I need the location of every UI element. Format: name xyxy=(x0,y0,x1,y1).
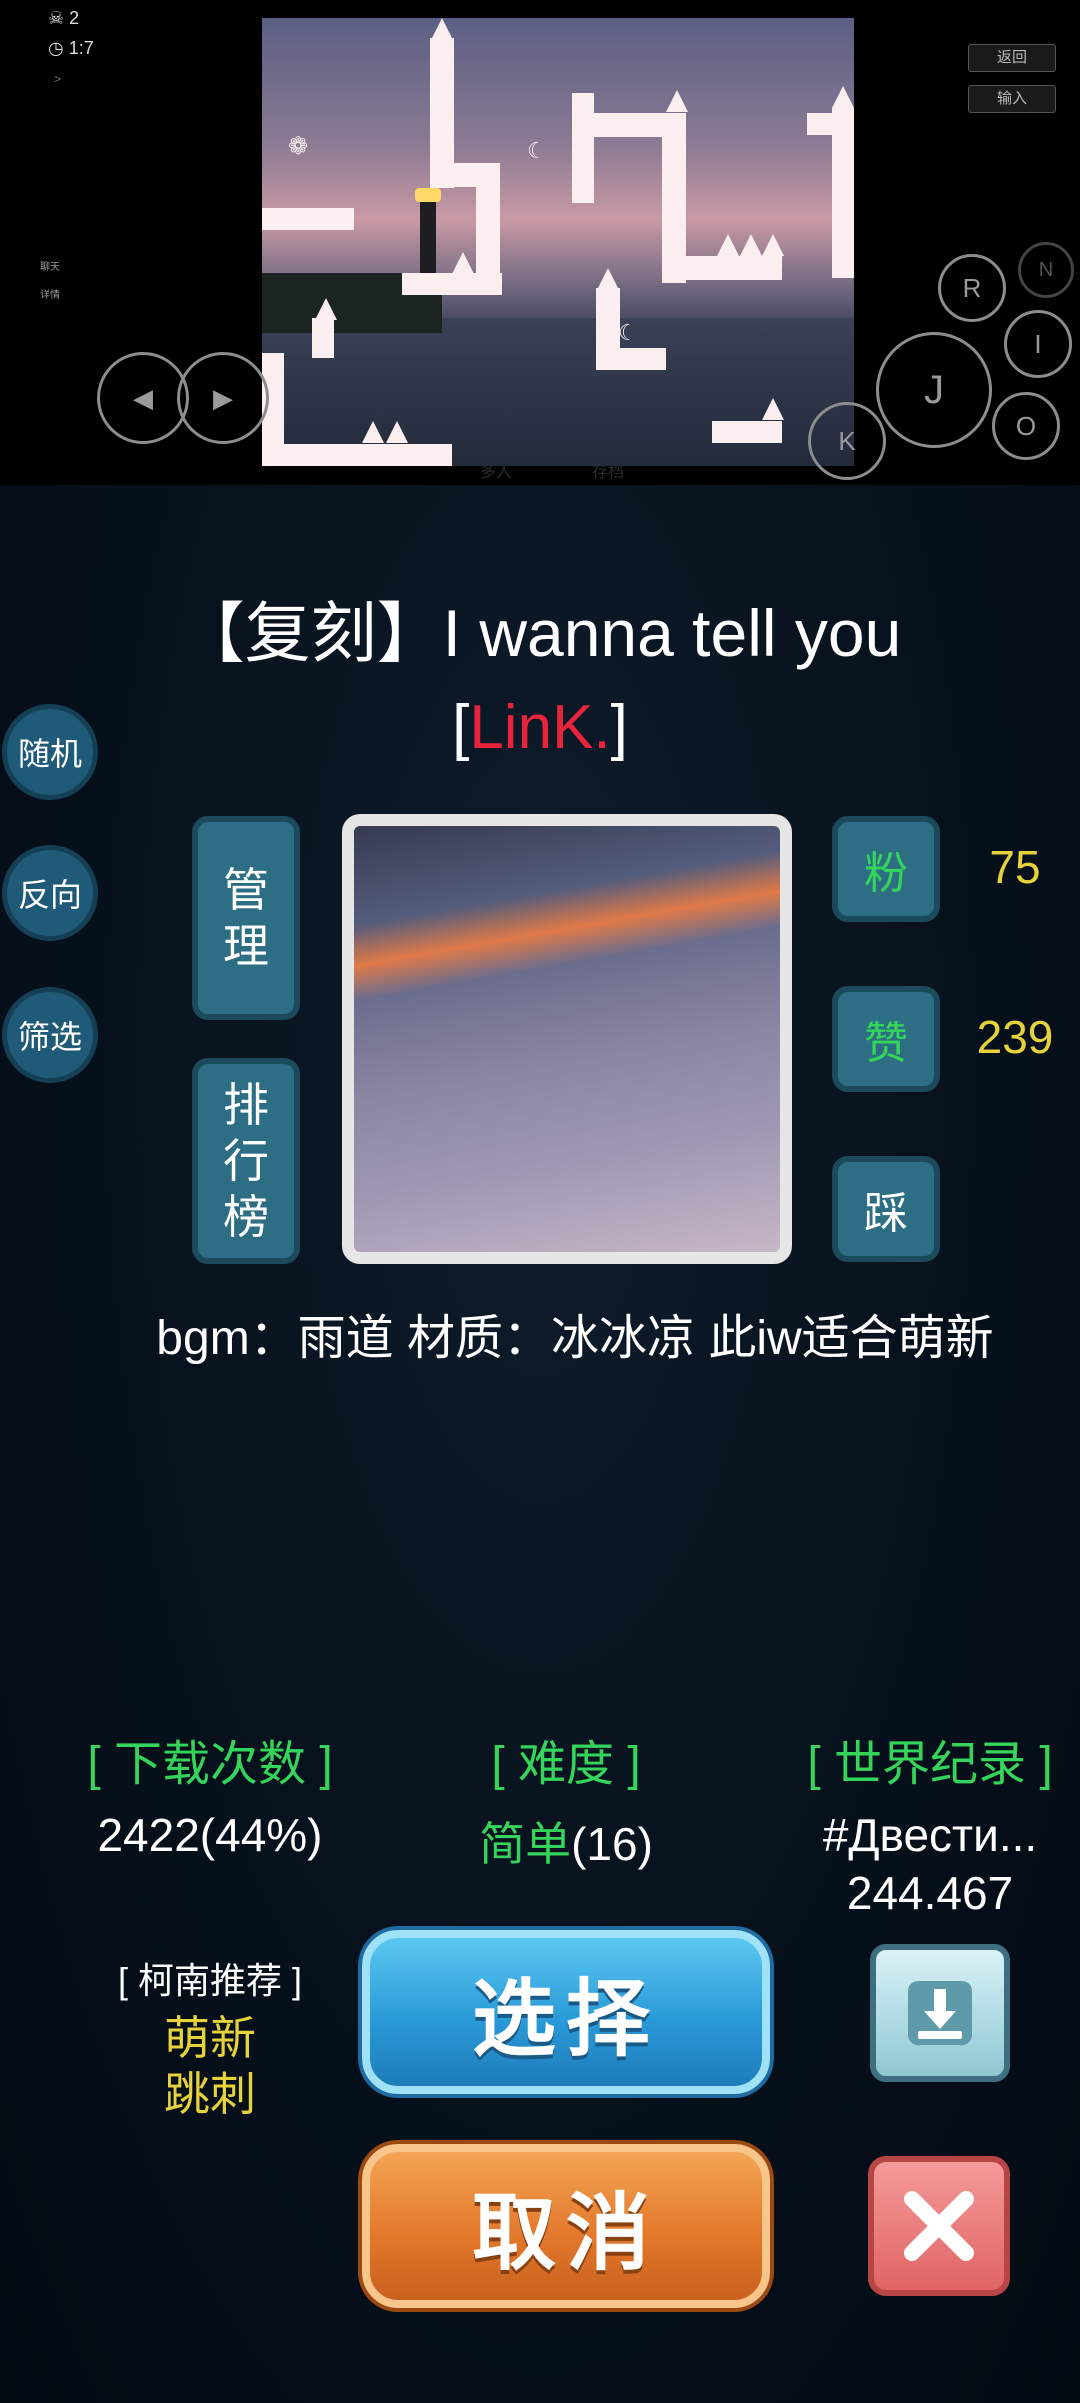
downloads-header: [ 下载次数 ] xyxy=(87,1738,333,1791)
n-button[interactable]: N xyxy=(1018,242,1074,298)
dislike-button[interactable]: 踩 xyxy=(832,1156,940,1262)
random-button[interactable]: 随机 xyxy=(2,704,98,800)
manage-button[interactable]: 管理 xyxy=(192,816,300,1020)
like-button[interactable]: 赞 xyxy=(832,986,940,1092)
death-counter: ☠ 2 xyxy=(48,8,80,28)
jump-button[interactable]: J xyxy=(876,332,992,448)
level-thumbnail xyxy=(342,814,792,1264)
move-right-button[interactable]: ▶ xyxy=(177,352,269,444)
skull-icon: ☠ xyxy=(48,8,65,28)
difficulty-header: [ 难度 ] xyxy=(491,1738,641,1791)
moon-icon: ☾ xyxy=(618,320,638,345)
close-button[interactable] xyxy=(868,2156,1010,2296)
fans-count: 75 xyxy=(989,841,1041,893)
o-button[interactable]: O xyxy=(992,392,1060,460)
record-header: [ 世界纪录 ] xyxy=(807,1738,1053,1791)
detail-link[interactable]: 详情 xyxy=(40,286,60,301)
i-button[interactable]: I xyxy=(1004,310,1072,378)
r-button[interactable]: R xyxy=(938,254,1006,322)
recommend-header: [ 柯南推荐 ] xyxy=(117,1960,302,2001)
arrow-left-icon: ◀ xyxy=(133,382,153,413)
level-title: 【复刻】I wanna tell you xyxy=(178,596,902,670)
moon-icon: ☾ xyxy=(527,138,547,163)
back-button[interactable]: 返回 xyxy=(968,44,1056,72)
select-button[interactable]: 选择 xyxy=(362,1930,770,2094)
move-left-button[interactable]: ◀ xyxy=(97,352,189,444)
shoot-button[interactable]: K xyxy=(808,402,886,480)
record-time: 244.467 xyxy=(846,1867,1014,1919)
level-preview-scene: ☾ ☾ ❁ xyxy=(262,18,854,466)
level-author: [LinK.] xyxy=(452,693,628,762)
level-description: bgm：雨道 材质：冰冰凉 此iw适合萌新 xyxy=(156,1312,994,1365)
record-holder[interactable]: #Двести... xyxy=(780,1808,1080,1862)
download-button[interactable] xyxy=(870,1944,1010,2082)
recommend-tag-2: 跳刺 xyxy=(164,2068,256,2120)
multiplayer-faint: 多人 xyxy=(480,464,513,481)
flower-icon: ❁ xyxy=(288,133,309,160)
clock-icon: ◷ xyxy=(48,38,64,58)
timer: ◷ 1:7 xyxy=(48,38,94,58)
save-faint: 存档 xyxy=(592,464,625,481)
hud-arrow: > xyxy=(54,72,62,86)
arrow-right-icon: ▶ xyxy=(213,382,233,413)
lighthouse-light xyxy=(415,188,441,202)
filter-button[interactable]: 筛选 xyxy=(2,987,98,1083)
chat-link[interactable]: 聊天 xyxy=(40,258,60,273)
game-preview-area: ☠ 2 ◷ 1:7 > 聊天 详情 返回 输入 ☾ ☾ ❁ ◀ ▶ R N I … xyxy=(0,0,1080,485)
fans-button[interactable]: 粉 xyxy=(832,816,940,922)
close-icon xyxy=(904,2191,974,2261)
input-button[interactable]: 输入 xyxy=(968,85,1056,113)
likes-count: 239 xyxy=(976,1011,1054,1063)
ranking-button[interactable]: 排行榜 xyxy=(192,1058,300,1264)
download-icon xyxy=(908,1981,972,2045)
cancel-button[interactable]: 取消 xyxy=(362,2144,770,2308)
downloads-value: 2422(44%) xyxy=(97,1809,323,1861)
reverse-button[interactable]: 反向 xyxy=(2,845,98,941)
author-name[interactable]: LinK. xyxy=(469,693,610,762)
difficulty-value: 简单(16) xyxy=(479,1818,653,1870)
